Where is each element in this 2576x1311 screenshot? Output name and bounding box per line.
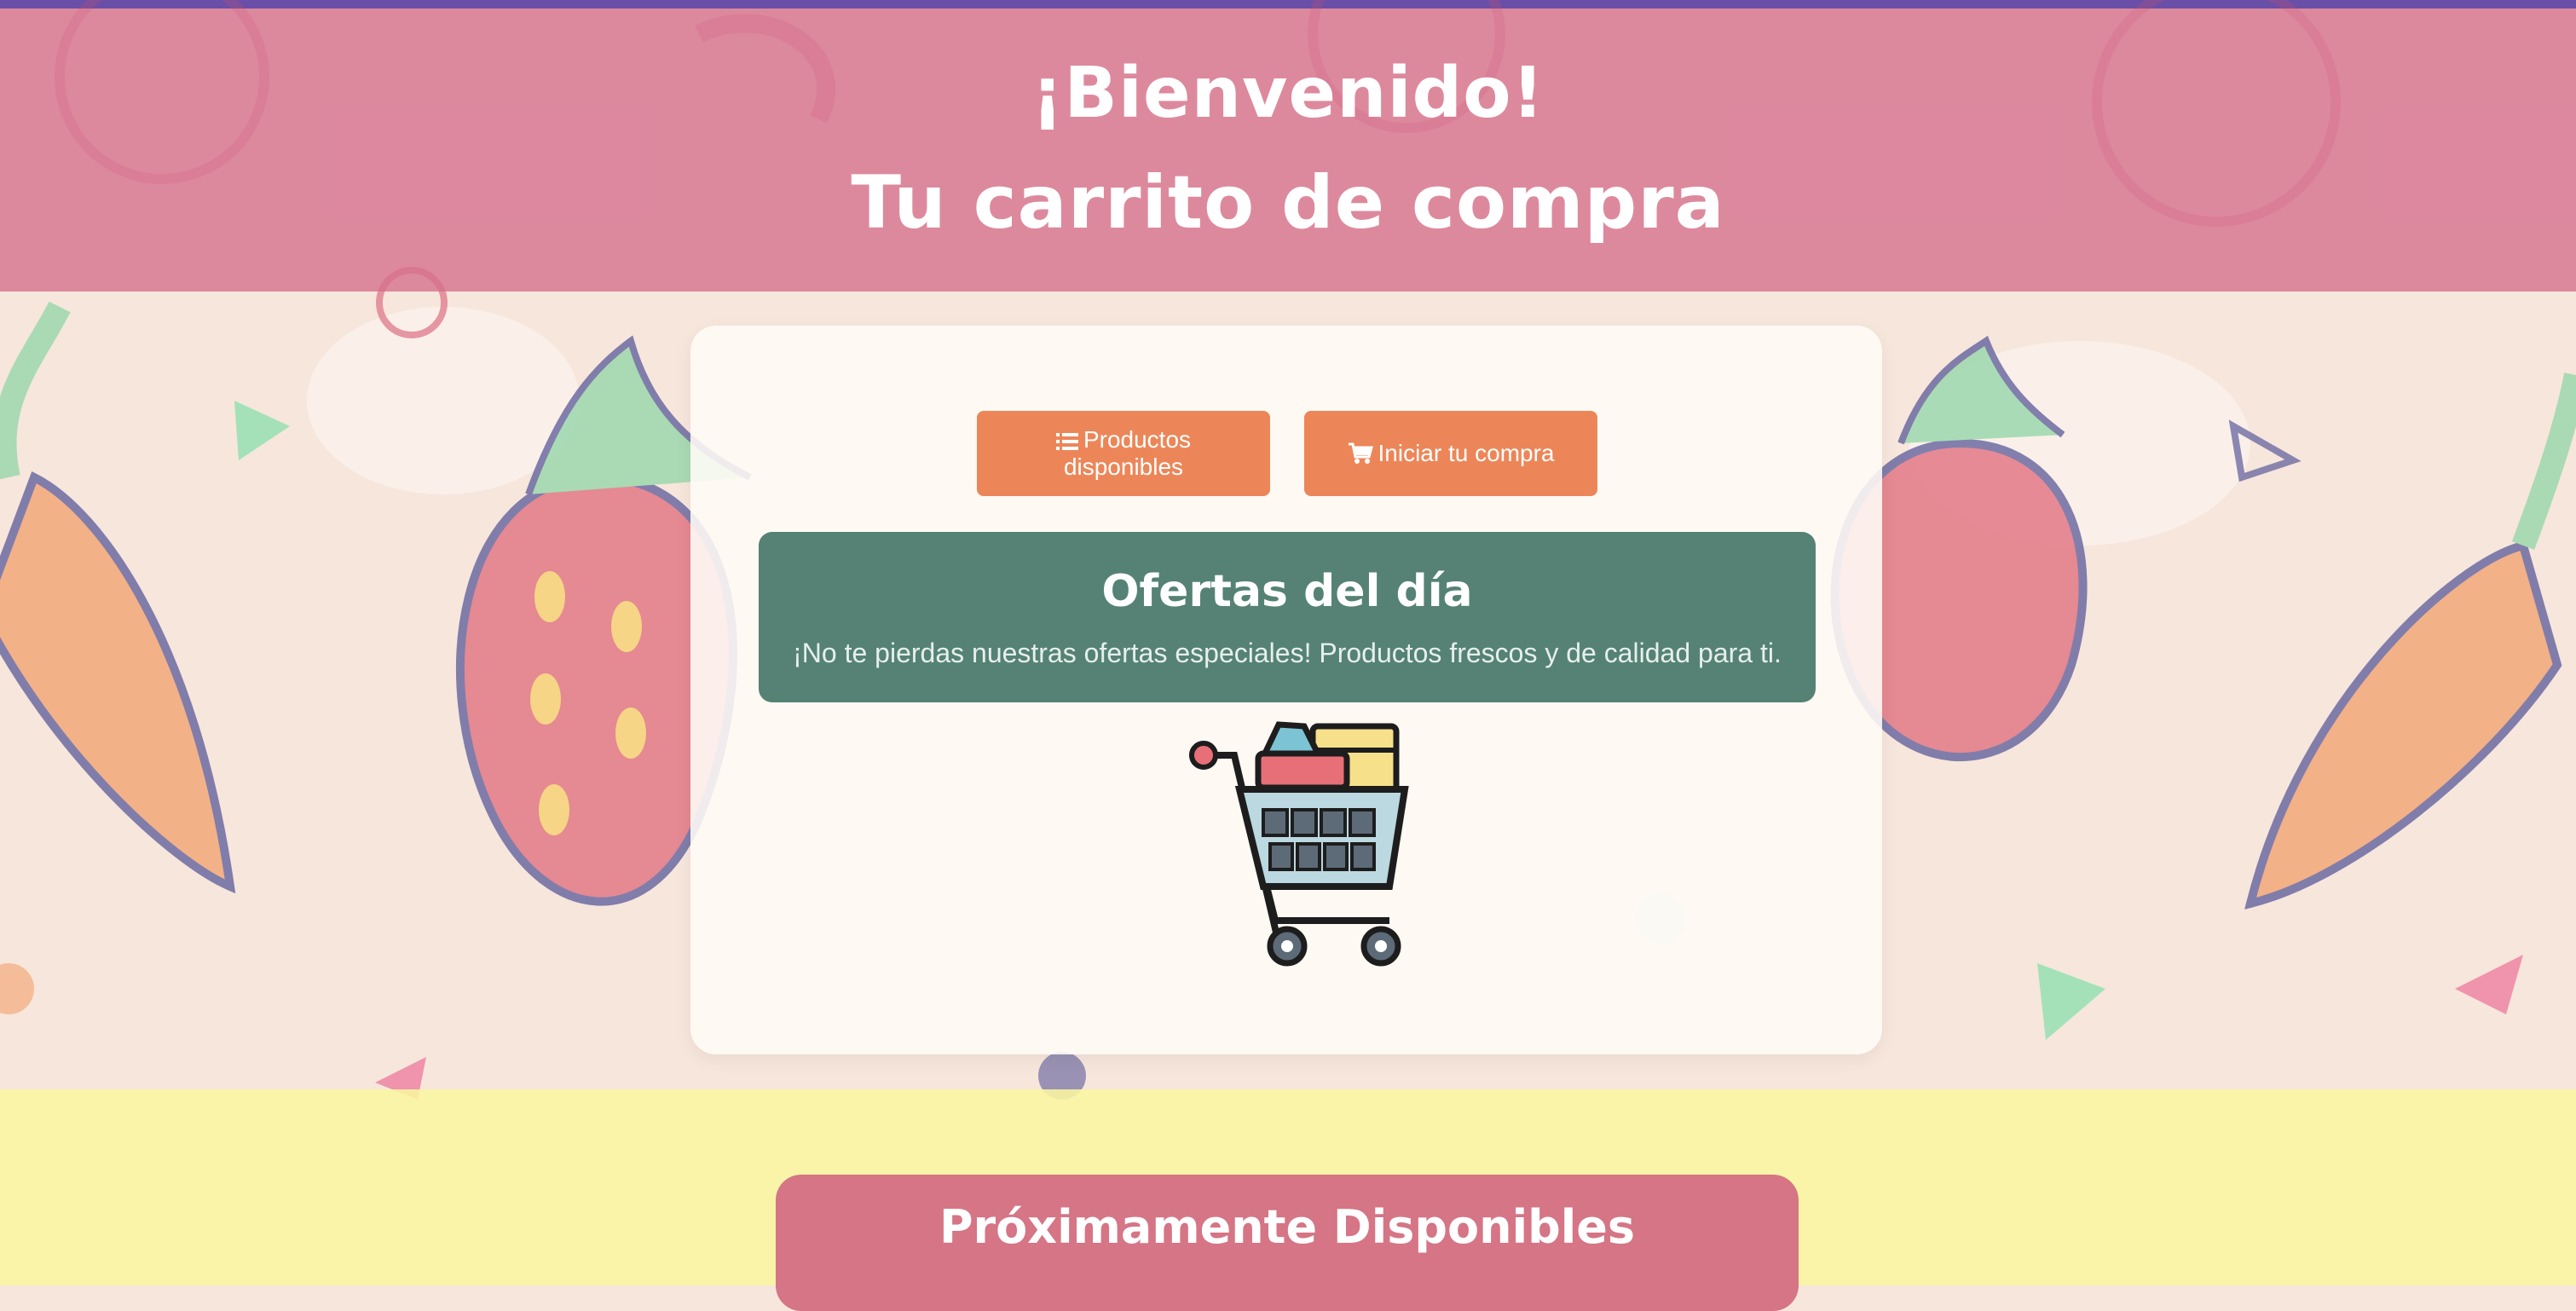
carrot-decoration-right <box>2244 373 2576 910</box>
offers-description: ¡No te pierdas nuestras ofertas especial… <box>793 638 1782 668</box>
available-products-button[interactable]: Productos disponibles <box>977 411 1270 496</box>
start-shopping-label: Iniciar tu compra <box>1378 440 1555 466</box>
carrot-decoration <box>0 301 236 894</box>
cart-title: Tu carrito de compra <box>851 160 1725 245</box>
shopping-cart-icon <box>1348 442 1373 465</box>
welcome-header: ¡Bienvenido! Tu carrito de compra <box>0 9 2576 292</box>
start-shopping-button[interactable]: Iniciar tu compra <box>1304 411 1597 496</box>
products-label-line1: Productos <box>1083 426 1192 453</box>
coming-soon-title: Próximamente Disponibles <box>939 1200 1636 1254</box>
daily-offers-panel: Ofertas del día ¡No te pierdas nuestras … <box>759 532 1816 702</box>
offers-title: Ofertas del día <box>1101 566 1473 617</box>
shopping-cart-illustration <box>1189 721 1409 967</box>
list-icon <box>1055 431 1078 452</box>
products-label-line2: disponibles <box>1063 453 1184 480</box>
main-card: Productos disponibles Iniciar tu compra … <box>690 326 1882 1054</box>
coming-soon-panel: Próximamente Disponibles <box>776 1175 1799 1311</box>
welcome-title: ¡Bienvenido! <box>1031 53 1545 134</box>
